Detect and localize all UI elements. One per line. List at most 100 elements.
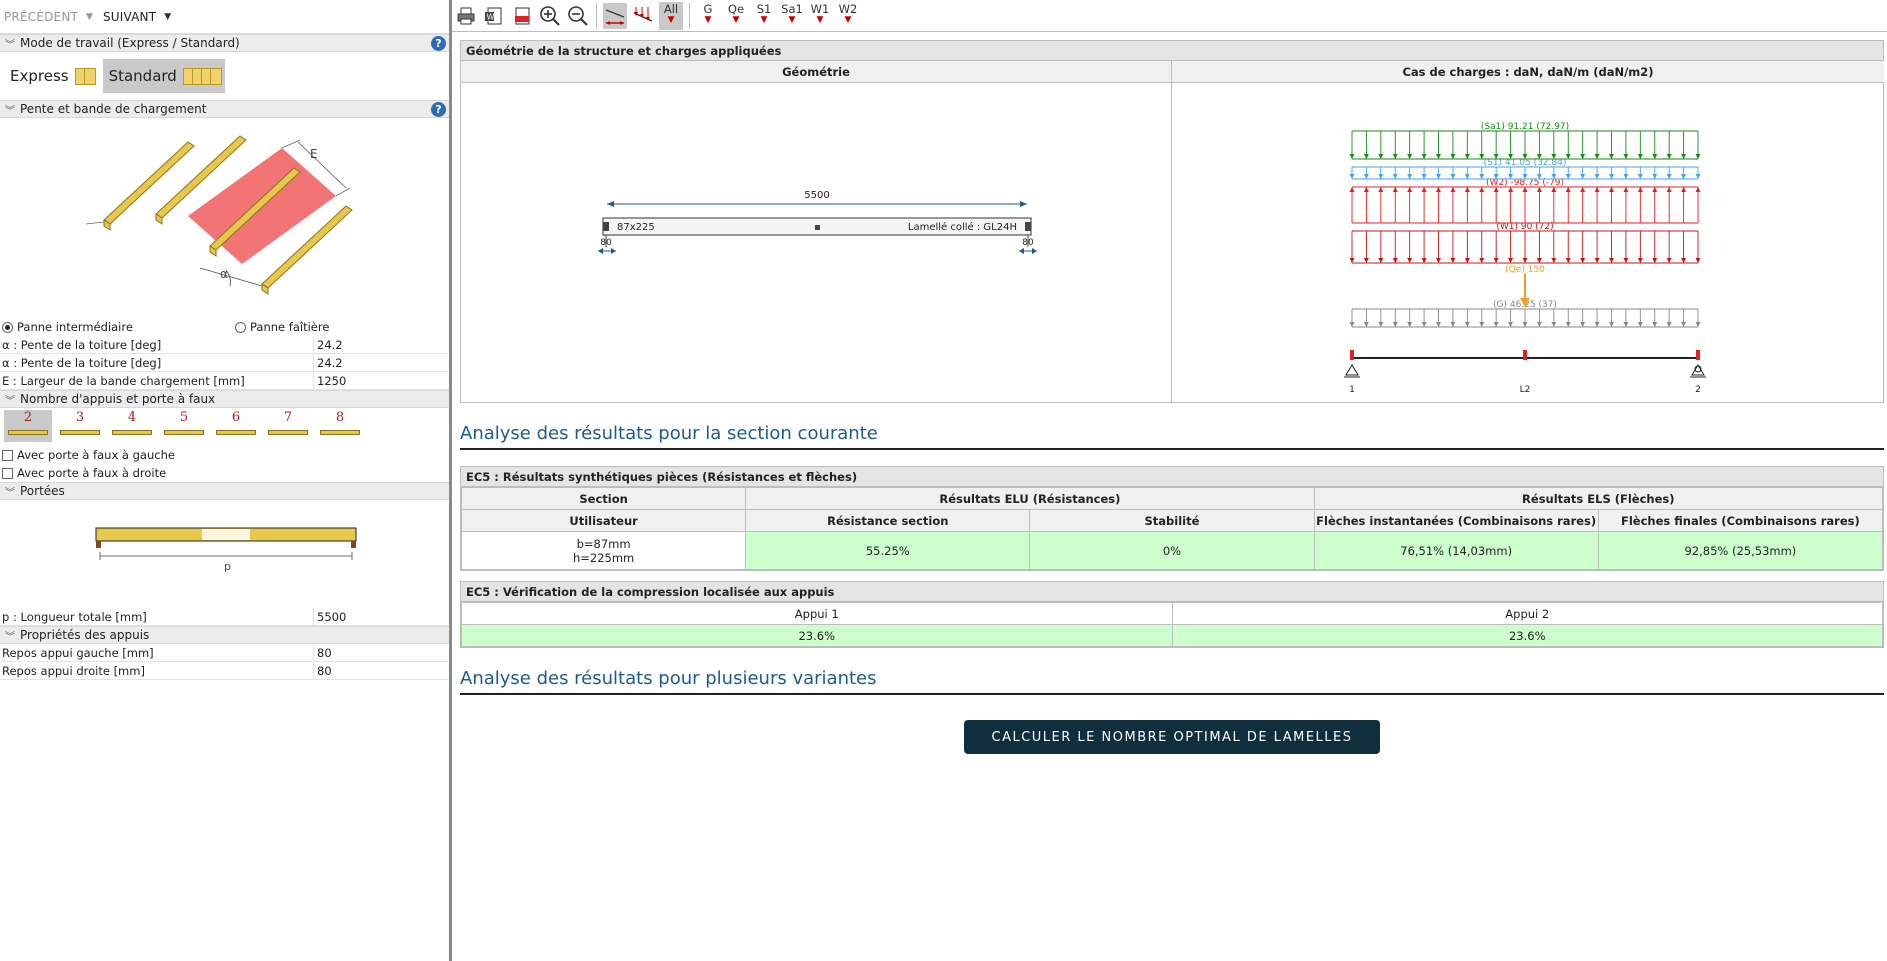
span-diagram: p [95, 527, 357, 573]
repos-droite-input[interactable]: 80 [314, 664, 332, 678]
portafaux-gauche-row: Avec porte à faux à gauche [0, 446, 449, 464]
load-case-sa1[interactable]: Sa1 ▼ [780, 2, 804, 30]
appui-1-value: 23.6% [461, 624, 1173, 647]
pente-input-2[interactable]: 24.2 [314, 356, 343, 370]
node-label: L2 [1520, 385, 1531, 395]
radio-panne-intermediaire[interactable] [2, 321, 13, 333]
support-number: 4 [127, 410, 137, 425]
section-title: Nombre d'appuis et porte à faux [20, 392, 216, 406]
toolbar-divider [596, 2, 597, 29]
toolbar-divider [689, 2, 690, 29]
support-option-5[interactable]: 5 [160, 410, 208, 442]
arrow-down-icon: ▼ [667, 14, 675, 25]
prop-label: Repos appui gauche [mm] [0, 644, 314, 661]
standard-mode-button[interactable]: Standard [102, 59, 225, 93]
portafaux-gauche-checkbox[interactable] [2, 449, 13, 461]
print-icon[interactable] [454, 3, 478, 29]
dropdown-icon[interactable]: ▼ [86, 12, 93, 22]
label-alpha: α [220, 267, 228, 281]
node-label: 1 [1349, 385, 1355, 395]
pdf-export-icon[interactable] [510, 3, 534, 29]
stabilite-value: 0% [1029, 531, 1315, 570]
collapse-icon[interactable]: ︾ [0, 102, 20, 117]
header-stabilite: Stabilité [1029, 509, 1315, 532]
radio-panne-faitiere[interactable] [235, 321, 246, 333]
support-number: 5 [179, 410, 189, 425]
next-button[interactable]: SUIVANT [103, 10, 156, 24]
load-cases-drawing: (G) 46.25 (37)(Qe) 150(W1) 90 (72)(W2) -… [1344, 122, 1706, 395]
express-mode-button[interactable]: Express [4, 59, 99, 93]
panne-faitiere-label: Panne faîtière [250, 320, 330, 334]
svg-text:W: W [487, 12, 495, 21]
longueur-input[interactable]: 5500 [314, 610, 346, 624]
express-label: Express [10, 67, 69, 85]
chevron-down-icon[interactable]: ▼ [164, 12, 171, 22]
section-title: Portées [20, 484, 65, 498]
section-label: 87x225 [617, 222, 655, 233]
portafaux-droite-row: Avec porte à faux à droite [0, 464, 449, 482]
load-case-label: G [703, 1, 713, 16]
load-case-label: (Qe) 150 [1505, 265, 1545, 275]
load-case-s1[interactable]: S1 ▼ [752, 2, 776, 30]
section-appuis[interactable]: ︾ Nombre d'appuis et porte à faux [0, 390, 449, 408]
pente-input[interactable]: 24.2 [314, 338, 343, 352]
section-props-appuis[interactable]: ︾ Propriétés des appuis [0, 626, 449, 644]
prop-label: p : Longueur totale [mm] [0, 608, 314, 625]
arrow-down-icon: ▼ [816, 14, 824, 25]
panel-splitter[interactable] [449, 0, 452, 961]
load-case-w2[interactable]: W2 ▼ [836, 2, 860, 30]
load-case-qe[interactable]: Qe ▼ [724, 2, 748, 30]
support-left-label: 80 [600, 238, 612, 248]
section-title: Pente et bande de chargement [20, 102, 207, 116]
help-icon[interactable]: ? [431, 102, 446, 117]
section-portees[interactable]: ︾ Portées [0, 482, 449, 500]
section-pente[interactable]: ︾ Pente et bande de chargement ? [0, 100, 449, 118]
calculate-optimal-button[interactable]: CALCULER LE NOMBRE OPTIMAL DE LAMELLES [964, 720, 1380, 754]
collapse-icon[interactable]: ︾ [0, 628, 20, 643]
load-case-w1[interactable]: W1 ▼ [808, 2, 832, 30]
support-number: 3 [75, 410, 85, 425]
zoom-in-icon[interactable] [538, 3, 562, 29]
variants-heading: Analyse des résultats pour plusieurs var… [460, 668, 1884, 695]
header-elu: Résultats ELU (Résistances) [745, 487, 1315, 510]
dimension-view-icon[interactable] [603, 2, 627, 29]
largeur-input[interactable]: 1250 [314, 374, 346, 388]
standard-label: Standard [108, 67, 177, 85]
repos-gauche-input[interactable]: 80 [314, 646, 332, 660]
zoom-out-icon[interactable] [566, 3, 590, 29]
support-option-6[interactable]: 6 [212, 410, 260, 442]
word-export-icon[interactable]: W [482, 3, 506, 29]
load-case-1: (S1) 41.05 (32.84) [1349, 158, 1701, 180]
geometry-panel: Géométrie de la structure et charges app… [460, 40, 1884, 403]
span-label: 5500 [804, 190, 829, 201]
ec5-results-table: Section Résultats ELU (Résistances) Résu… [460, 487, 1884, 570]
portafaux-droite-label: Avec porte à faux à droite [17, 466, 167, 480]
purlin-diagram: E α [85, 135, 353, 295]
support-option-7[interactable]: 7 [264, 410, 312, 442]
collapse-icon[interactable]: ︾ [0, 392, 20, 407]
panel-title: EC5 : Vérification de la compression loc… [461, 582, 1883, 602]
loads-view-icon[interactable] [631, 3, 655, 29]
previous-button[interactable]: PRÉCÉDENT [4, 10, 78, 24]
load-case-g[interactable]: G ▼ [696, 2, 720, 30]
support-option-3[interactable]: 3 [56, 410, 104, 442]
material-label: Lamellé collé : GL24H [908, 221, 1017, 233]
column-header: Géométrie [461, 61, 1171, 83]
section-mode[interactable]: ︾ Mode de travail (Express / Standard) ? [0, 34, 449, 52]
results-content: Géométrie de la structure et charges app… [460, 40, 1884, 767]
column-header: Cas de charges : daN, daN/m (daN/m2) [1172, 61, 1884, 83]
support-option-4[interactable]: 4 [108, 410, 156, 442]
load-case-label: Sa1 [781, 1, 803, 16]
help-icon[interactable]: ? [431, 36, 446, 51]
portafaux-droite-checkbox[interactable] [2, 467, 13, 479]
prop-row: α : Pente de la toiture [deg] 24.2 [0, 354, 449, 372]
collapse-icon[interactable]: ︾ [0, 36, 20, 51]
prop-label: α : Pente de la toiture [deg] [0, 354, 314, 371]
support-option-2[interactable]: 2 [4, 410, 52, 442]
support-option-8[interactable]: 8 [316, 410, 364, 442]
header-fleche-fin: Flèches finales (Combinaisons rares) [1597, 509, 1884, 532]
load-case-all[interactable]: All ▼ [659, 1, 683, 30]
geometry-column: Géométrie 5500 87x225 Lamellé collé : GL… [461, 61, 1171, 402]
collapse-icon[interactable]: ︾ [0, 484, 20, 499]
roof-illustration: E α [0, 118, 449, 318]
